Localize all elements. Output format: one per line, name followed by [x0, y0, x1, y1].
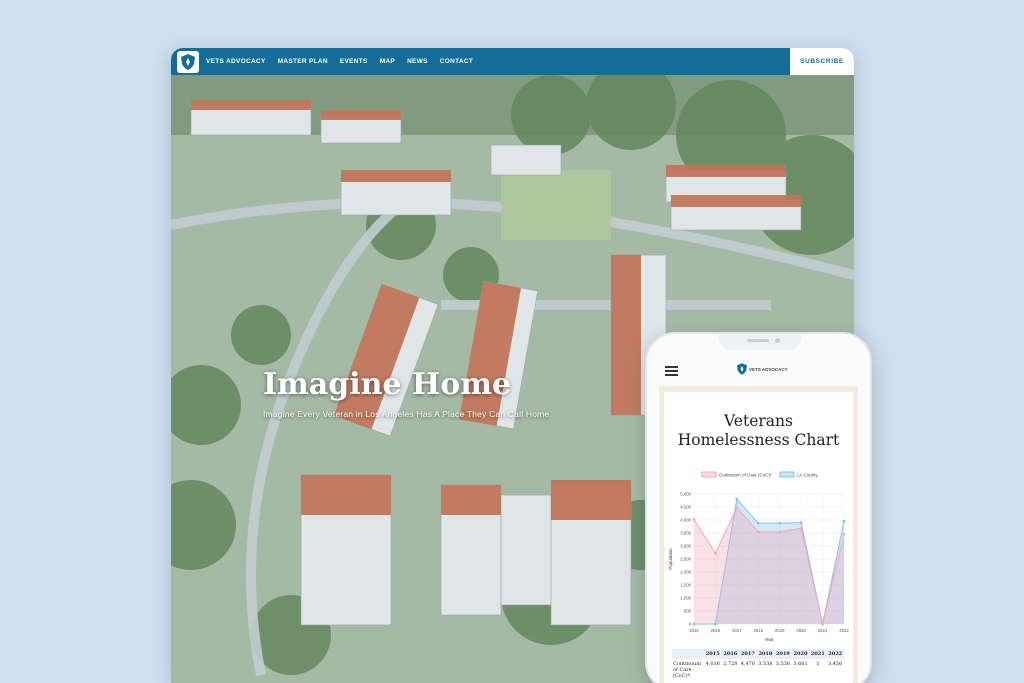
x-tick-label: 2016	[711, 628, 721, 633]
y-tick-label: 2,000	[680, 570, 691, 575]
y-tick-label: 5,000	[680, 492, 691, 497]
table-cell: 2,728	[723, 661, 738, 667]
data-point	[842, 519, 846, 523]
table-header-cell: 2022	[826, 649, 844, 659]
legend-swatch	[701, 471, 717, 478]
x-tick-label: 2017	[732, 628, 742, 633]
phone-notch	[719, 334, 801, 350]
data-point	[756, 521, 760, 525]
y-tick-label: 500	[684, 609, 692, 614]
data-point	[756, 530, 760, 534]
data-point	[735, 497, 739, 501]
table-row: Continuum of Care (CoC)* 4,016 2,728 4,476 3…	[672, 659, 844, 681]
table-header-cell: 2019	[774, 649, 792, 659]
data-point	[714, 551, 717, 555]
table-cell: Continuum of Care (CoC)*	[673, 661, 702, 679]
data-point	[799, 521, 803, 524]
x-tick-label: 2022	[839, 628, 849, 633]
chart-card: Veterans Homelessness Chart Continuum of…	[664, 392, 853, 683]
mobile-header: VETS ADVOCACY	[647, 356, 870, 384]
subscribe-button[interactable]: SUBSCRIBE	[790, 48, 854, 75]
table-header-cell: 2020	[791, 649, 810, 659]
table-header-cell: 2016	[721, 649, 740, 659]
table-cell: 3,538	[775, 661, 791, 667]
table-header-cell: 2015	[704, 649, 722, 659]
mobile-content: Veterans Homelessness Chart Continuum of…	[659, 386, 858, 683]
y-tick-label: 0	[689, 622, 692, 627]
chart-title: Veterans Homelessness Chart	[664, 412, 853, 450]
data-table: 2015 2016 2017 2018 2019 2020 2021 2022 Continu…	[672, 649, 844, 681]
legend-label: LA County	[797, 473, 819, 478]
speaker-icon	[747, 339, 769, 342]
table-header-cell: 2021	[809, 649, 827, 659]
y-tick-label: 3,500	[680, 531, 691, 536]
nav-map[interactable]: Map	[380, 58, 395, 65]
data-point	[735, 506, 739, 510]
hero-title: Imagine Home	[263, 367, 512, 402]
shield-logo-icon	[737, 363, 747, 375]
nav-news[interactable]: News	[407, 58, 428, 65]
nav-master-plan[interactable]: Master Plan	[278, 58, 328, 65]
legend-label: Continuum of Care (CoC)*	[719, 473, 772, 478]
table-cell: 3,456	[828, 661, 843, 667]
y-tick-label: 4,000	[680, 518, 691, 523]
table-cell: 4,016	[705, 661, 720, 667]
data-point	[692, 518, 696, 521]
data-point	[842, 532, 846, 536]
chart-title-line2: Homelessness Chart	[677, 431, 840, 449]
x-axis-label: Year	[764, 637, 774, 642]
data-point	[799, 526, 803, 530]
y-tick-label: 4,500	[680, 505, 691, 510]
nav-vets-advocacy[interactable]: Vets Advocacy	[206, 58, 266, 65]
table-header-row: 2015 2016 2017 2018 2019 2020 2021 2022	[672, 649, 844, 659]
data-point	[778, 530, 782, 534]
x-tick-label: 2020	[796, 628, 806, 633]
table-body: Continuum of Care (CoC)* 4,016 2,728 4,476 3…	[672, 659, 844, 681]
y-axis-label: Population	[668, 548, 673, 570]
y-tick-label: 2,500	[680, 557, 691, 562]
table-cell: 3,538	[758, 661, 773, 667]
camera-icon	[775, 338, 780, 343]
table-header-cell: 2018	[756, 649, 775, 659]
x-tick-label: 2018	[754, 628, 764, 633]
data-point	[778, 521, 782, 525]
y-tick-label: 1,500	[680, 583, 691, 588]
table-header-cell: 2017	[739, 649, 757, 659]
hamburger-menu-icon[interactable]	[665, 366, 678, 376]
y-tick-label: 1,000	[680, 596, 691, 601]
top-nav: Vets Advocacy Master Plan Events Map New…	[171, 48, 854, 75]
x-tick-label: 2021	[818, 628, 828, 633]
area-chart: Continuum of Care (CoC)* LA County 0 500 1,0…	[668, 471, 849, 642]
legend-swatch	[779, 471, 795, 478]
table-cell: 4,476	[740, 661, 756, 667]
mobile-logo-text: VETS ADVOCACY	[749, 366, 788, 372]
data-point	[821, 622, 824, 626]
mobile-logo[interactable]: VETS ADVOCACY	[737, 363, 788, 375]
table-cell: ‡	[816, 661, 820, 667]
x-tick-label: 2019	[775, 628, 785, 633]
nav-contact[interactable]: Contact	[440, 58, 473, 65]
y-tick-label: 3,000	[680, 544, 691, 549]
table-header-cell	[672, 649, 704, 659]
x-tick-label: 2015	[689, 628, 699, 633]
hero-subtitle: Imagine Every Veteran in Los Angeles Has…	[263, 409, 552, 419]
mobile-phone: VETS ADVOCACY Veterans Homelessness Char…	[645, 332, 872, 683]
table-cell: 3,681	[793, 661, 808, 667]
chart-title-line1: Veterans	[724, 412, 793, 430]
shield-logo-icon[interactable]	[177, 50, 199, 73]
nav-events[interactable]: Events	[340, 58, 368, 65]
